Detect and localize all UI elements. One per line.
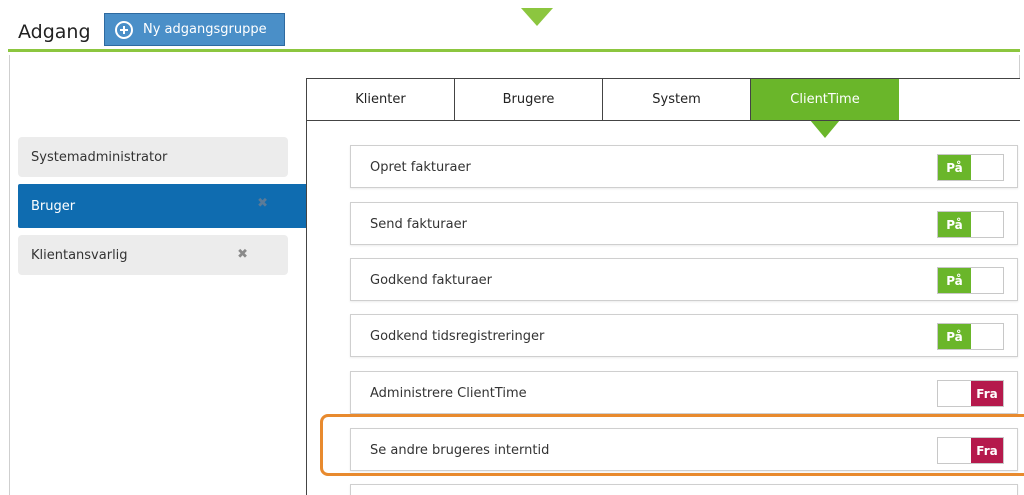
- group-item-bruger[interactable]: Bruger ✖: [18, 184, 308, 228]
- header-pointer-icon: [521, 8, 553, 26]
- new-access-group-button[interactable]: Ny adgangsgruppe: [104, 13, 285, 46]
- tab-klienter[interactable]: Klienter: [307, 79, 455, 120]
- page-title: Adgang: [18, 21, 91, 43]
- permission-toggle[interactable]: Fra: [937, 380, 1004, 407]
- tab-system[interactable]: System: [603, 79, 751, 120]
- group-label: Bruger: [31, 198, 76, 214]
- tab-bar: Klienter Brugere System ClientTime: [307, 79, 899, 138]
- group-label: Klientansvarlig: [31, 247, 128, 263]
- header-bar: Adgang Ny adgangsgruppe: [8, 8, 1020, 52]
- plus-circle-icon: [115, 20, 133, 39]
- toggle-on-label: På: [938, 268, 971, 293]
- toggle-off-label: Fra: [971, 438, 1003, 463]
- permission-label: Se andre brugeres interntid: [370, 443, 550, 458]
- permission-label: Opret fakturaer: [370, 160, 471, 175]
- group-label: Systemadministrator: [31, 149, 168, 165]
- toggle-off-label: Fra: [971, 381, 1003, 406]
- permission-row-administrere-clienttime: Administrere ClientTime Fra: [350, 371, 1018, 414]
- permission-toggle[interactable]: På: [937, 267, 1004, 294]
- group-item-systemadministrator[interactable]: Systemadministrator: [18, 137, 288, 177]
- permission-toggle[interactable]: På: [937, 154, 1004, 181]
- permission-toggle[interactable]: Fra: [937, 437, 1004, 464]
- new-access-group-label: Ny adgangsgruppe: [143, 22, 267, 37]
- permission-row-send-fakturaer: Send fakturaer På: [350, 202, 1018, 245]
- permission-row-opret-fakturaer: Opret fakturaer På: [350, 145, 1018, 188]
- permission-toggle[interactable]: På: [937, 211, 1004, 238]
- tab-divider: [307, 120, 1020, 121]
- permission-label: Godkend tidsregistreringer: [370, 329, 545, 344]
- permission-label: Administrere ClientTime: [370, 386, 527, 401]
- permission-row-se-andre-brugeres-interntid: Se andre brugeres interntid Fra: [350, 428, 1018, 471]
- permission-label: Send fakturaer: [370, 217, 467, 232]
- tab-clienttime[interactable]: ClientTime: [751, 79, 899, 138]
- toggle-on-label: På: [938, 212, 971, 237]
- permission-row-godkend-fakturaer: Godkend fakturaer På: [350, 258, 1018, 301]
- permission-toggle[interactable]: På: [937, 323, 1004, 350]
- group-item-klientansvarlig[interactable]: Klientansvarlig ✖: [18, 235, 288, 275]
- permission-row-partial: [350, 484, 1018, 495]
- delete-icon[interactable]: ✖: [237, 247, 248, 262]
- toggle-on-label: På: [938, 324, 971, 349]
- toggle-on-label: På: [938, 155, 971, 180]
- delete-icon[interactable]: ✖: [257, 196, 268, 211]
- permission-row-godkend-tidsregistreringer: Godkend tidsregistreringer På: [350, 314, 1018, 357]
- permission-label: Godkend fakturaer: [370, 273, 493, 288]
- tab-brugere[interactable]: Brugere: [455, 79, 603, 120]
